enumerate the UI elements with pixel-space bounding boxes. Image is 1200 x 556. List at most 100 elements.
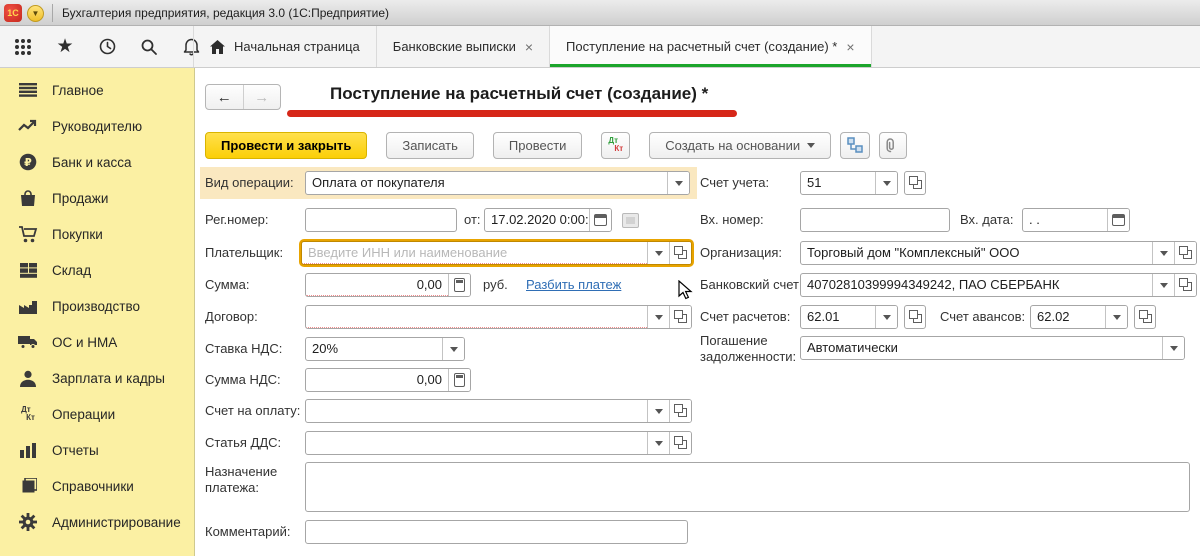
post-button[interactable]: Провести (493, 132, 583, 159)
document-date-input[interactable]: 17.02.2020 0:00:00 (484, 208, 612, 232)
chevron-down-icon (1113, 315, 1121, 320)
sidebar-item-main[interactable]: Главное (0, 72, 194, 108)
sidebar-item-label: Склад (52, 263, 91, 278)
split-payment-link[interactable]: Разбить платеж (526, 273, 621, 297)
create-based-on-label: Создать на основании (665, 138, 800, 153)
calendar-button[interactable] (589, 209, 611, 231)
dropdown-button[interactable] (647, 400, 669, 422)
advance-account-open-button[interactable] (1134, 305, 1156, 329)
history-icon[interactable] (96, 36, 118, 58)
tab-label: Поступление на расчетный счет (создание)… (566, 39, 837, 54)
sidebar-item-purchases[interactable]: Покупки (0, 216, 194, 252)
tab-home[interactable]: Начальная страница (193, 26, 377, 67)
sidebar-item-label: Банк и касса (52, 155, 132, 170)
forward-button[interactable]: → (244, 85, 281, 109)
chevron-down-icon (1160, 251, 1168, 256)
calculator-button[interactable] (448, 369, 470, 391)
calendar-icon (1112, 214, 1125, 226)
sidebar-item-warehouse[interactable]: Склад (0, 252, 194, 288)
create-based-on-button[interactable]: Создать на основании (649, 132, 831, 159)
sidebar-item-reports[interactable]: Отчеты (0, 432, 194, 468)
show-postings-dtkt-button[interactable]: ДтКт (601, 132, 630, 159)
incoming-date-input[interactable]: . . (1022, 208, 1130, 232)
post-and-close-button[interactable]: Провести и закрыть (205, 132, 367, 159)
system-menu-button[interactable]: ▼ (27, 5, 44, 22)
dropdown-button[interactable] (667, 172, 689, 194)
account-open-button[interactable] (904, 171, 926, 195)
vat-rate-select[interactable]: 20% (305, 337, 465, 361)
invoice-select[interactable] (305, 399, 692, 423)
settlement-account-open-button[interactable] (904, 305, 926, 329)
calendar-button[interactable] (1107, 209, 1129, 231)
incoming-number-input[interactable] (800, 208, 950, 232)
attachments-button[interactable] (879, 132, 907, 159)
sidebar-item-production[interactable]: Производство (0, 288, 194, 324)
contract-open-button[interactable] (669, 306, 691, 328)
invoice-open-button[interactable] (669, 400, 691, 422)
dropdown-button[interactable] (875, 306, 897, 328)
dropdown-button[interactable] (1162, 337, 1184, 359)
sidebar-item-administration[interactable]: Администрирование (0, 504, 194, 540)
close-icon[interactable]: × (525, 40, 533, 54)
advance-account-label: Счет авансов: (940, 305, 1025, 329)
sidebar-item-directories[interactable]: Справочники (0, 468, 194, 504)
dropdown-button[interactable] (442, 338, 464, 360)
quick-access-panel: ★ (0, 26, 214, 67)
back-button[interactable]: ← (206, 85, 244, 109)
apps-menu-icon[interactable] (12, 36, 34, 58)
dropdown-button[interactable] (647, 306, 669, 328)
organization-open-button[interactable] (1174, 242, 1196, 264)
bank-account-open-button[interactable] (1174, 274, 1196, 296)
calculator-button[interactable] (448, 274, 470, 296)
search-icon[interactable] (138, 36, 160, 58)
cart-icon (17, 224, 39, 244)
favorites-icon[interactable]: ★ (54, 36, 76, 58)
sidebar-item-payroll-hr[interactable]: Зарплата и кадры (0, 360, 194, 396)
comment-input[interactable] (305, 520, 688, 544)
dropdown-button[interactable] (875, 172, 897, 194)
payer-label: Плательщик: (205, 241, 283, 265)
open-icon (678, 250, 687, 259)
save-button[interactable]: Записать (386, 132, 474, 159)
debt-repayment-select[interactable]: Автоматически (800, 336, 1185, 360)
dropdown-button[interactable] (1152, 242, 1174, 264)
debt-repayment-label: Погашение задолженности: (700, 333, 792, 365)
tab-receipt-document[interactable]: Поступление на расчетный счет (создание)… (550, 26, 871, 67)
payer-input[interactable]: Введите ИНН или наименование (301, 241, 692, 265)
payment-purpose-textarea[interactable] (305, 462, 1190, 512)
operation-type-select[interactable]: Оплата от покупателя (305, 171, 690, 195)
sidebar-item-manager[interactable]: Руководителю (0, 108, 194, 144)
tab-label: Начальная страница (234, 39, 360, 54)
reg-number-input[interactable] (305, 208, 457, 232)
open-icon (678, 314, 687, 323)
cashflow-item-select[interactable] (305, 431, 692, 455)
amount-input[interactable]: 0,00 (305, 273, 471, 297)
vat-amount-input[interactable]: 0,00 (305, 368, 471, 392)
organization-select[interactable]: Торговый дом "Комплексный" ООО (800, 241, 1197, 265)
sidebar-item-sales[interactable]: Продажи (0, 180, 194, 216)
advance-account-select[interactable]: 62.02 (1030, 305, 1128, 329)
sidebar-item-operations[interactable]: ДтКт Операции (0, 396, 194, 432)
payer-open-button[interactable] (669, 242, 691, 264)
date-from-label: от: (464, 208, 481, 232)
contract-select[interactable] (305, 305, 692, 329)
document-form: ← → Поступление на расчетный счет (созда… (196, 68, 1200, 556)
open-icon (1183, 250, 1192, 259)
document-structure-button[interactable] (840, 132, 870, 159)
tab-bank-statements[interactable]: Банковские выписки × (377, 26, 550, 67)
dropdown-button[interactable] (647, 432, 669, 454)
close-icon[interactable]: × (846, 40, 854, 54)
cashflow-item-open-button[interactable] (669, 432, 691, 454)
account-select[interactable]: 51 (800, 171, 898, 195)
sidebar-item-fixed-assets[interactable]: ОС и НМА (0, 324, 194, 360)
sidebar-item-bank-cash[interactable]: ₽ Банк и касса (0, 144, 194, 180)
dropdown-button[interactable] (1152, 274, 1174, 296)
vat-rate-label: Ставка НДС: (205, 337, 282, 361)
open-icon (678, 408, 687, 417)
bank-account-select[interactable]: 40702810399994349242, ПАО СБЕРБАНК (800, 273, 1197, 297)
dropdown-button[interactable] (647, 242, 669, 264)
settlement-account-select[interactable]: 62.01 (800, 305, 898, 329)
calculator-icon (454, 278, 465, 292)
dropdown-button[interactable] (1105, 306, 1127, 328)
operation-type-label: Вид операции: (205, 171, 294, 195)
